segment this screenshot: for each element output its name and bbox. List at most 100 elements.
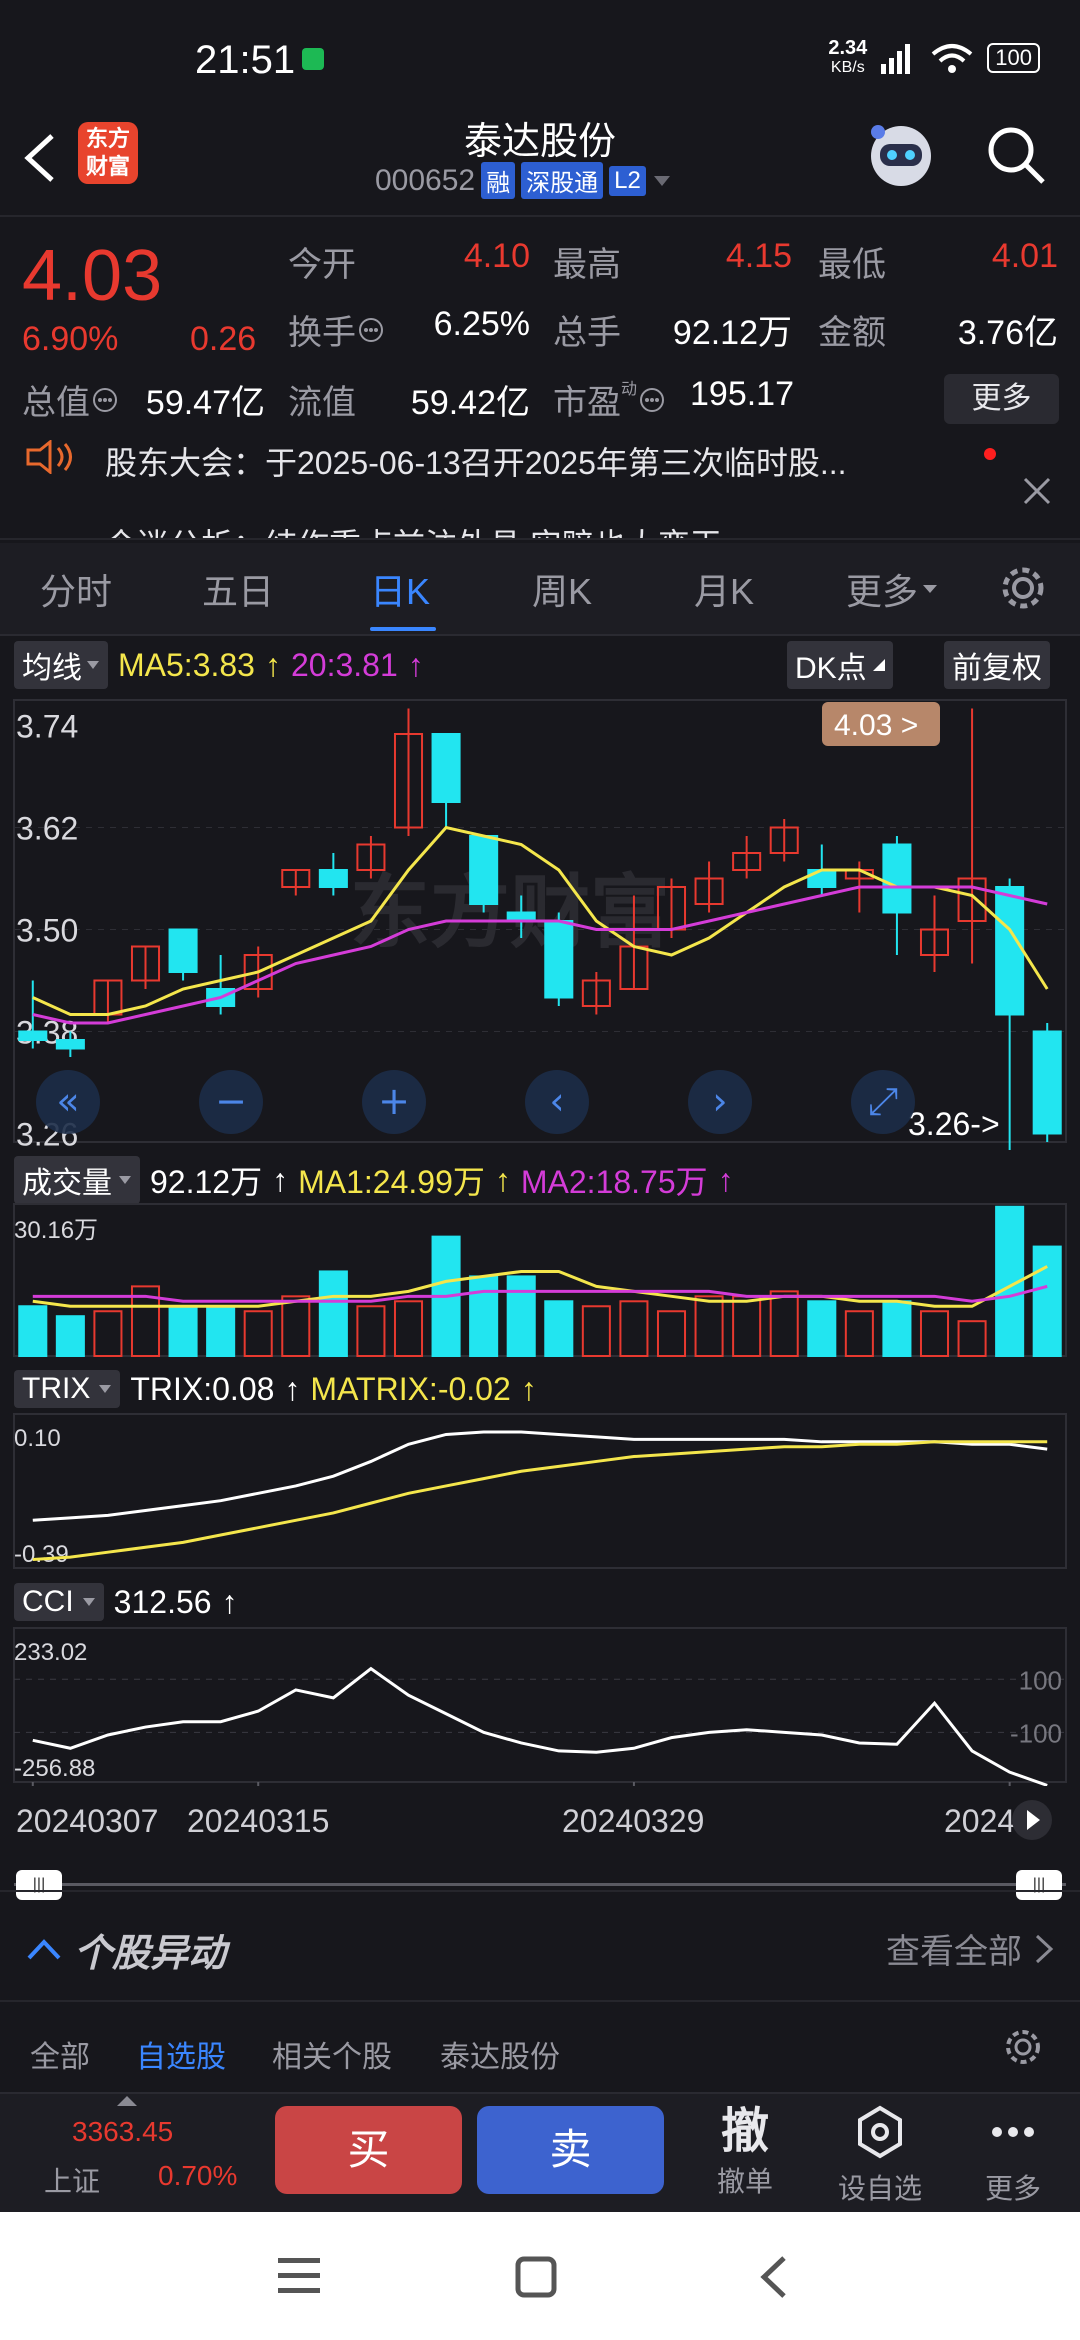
back-icon[interactable]: [758, 2254, 788, 2300]
tab-five-day[interactable]: 五日: [202, 563, 274, 615]
announcement-icon: [26, 440, 72, 474]
tab-more[interactable]: 更多: [846, 563, 938, 615]
cci-reference-label: -100: [1010, 1718, 1062, 1748]
date-label-1: 20240307: [16, 1803, 159, 1839]
pe-label: 市盈: [553, 384, 621, 422]
y-axis-label: 3.50: [16, 913, 78, 949]
view-all-label: 查看全部: [886, 1933, 1022, 1971]
robot-assistant-icon[interactable]: [862, 116, 940, 194]
tab-more-label: 更多: [846, 571, 919, 612]
add-watchlist-button[interactable]: 设自选: [832, 2104, 928, 2207]
news-text-next: 今迷公析：结作重点前注外具 实赔也大变王: [105, 520, 722, 538]
more-tools-label: 更多: [984, 2173, 1041, 2204]
cancel-order-button[interactable]: 撤 撤单: [712, 2104, 778, 2200]
amount-value: 3.76亿: [957, 314, 1058, 352]
filter-stock[interactable]: 泰达股份: [440, 2032, 560, 2076]
pan-left-icon: ‹: [549, 1079, 564, 1123]
ma-selector-label: 均线: [22, 652, 82, 685]
volume-bar-up: [732, 1295, 762, 1358]
cancel-order-label: 撤单: [716, 2166, 773, 2197]
chevron-up-icon[interactable]: [26, 1936, 62, 1960]
candle-down: [318, 869, 348, 888]
amount-label: 金额: [818, 314, 886, 352]
volume-label: 总手: [553, 314, 621, 352]
filter-watchlist[interactable]: 自选股: [136, 2032, 226, 2076]
y-axis-label: 3.62: [16, 811, 78, 847]
up-arrow-icon: ↑: [264, 646, 281, 683]
more-tools-button[interactable]: 更多: [980, 2104, 1046, 2207]
volume-selector[interactable]: 成交量: [14, 1156, 140, 1204]
gear-icon[interactable]: [1002, 2026, 1044, 2068]
candlestick-chart[interactable]: 3.743.623.503.383.26东方财富4.03 >3.26->«−+‹…: [0, 690, 1080, 1150]
volume-chart[interactable]: 30.16万: [0, 1200, 1080, 1360]
up-arrow-icon: ↑: [407, 646, 424, 683]
status-icons: 2.34 KB/s 100: [828, 38, 1040, 78]
cci-reference-label: 100: [1019, 1665, 1062, 1695]
dropdown-icon: [653, 175, 670, 186]
candle-down: [807, 869, 837, 888]
turnover-label-wrap[interactable]: 换手: [288, 305, 384, 354]
tab-weekly-k[interactable]: 周K: [532, 563, 592, 615]
range-track: [14, 1883, 1066, 1886]
more-quote-button[interactable]: 更多: [944, 374, 1059, 424]
date-label-4: 2024: [944, 1803, 1014, 1839]
tab-daily-k[interactable]: 日K: [370, 563, 430, 615]
filter-all[interactable]: 全部: [30, 2032, 90, 2076]
chevron-right-icon: [1035, 1934, 1054, 1963]
volume-bar-up: [393, 1300, 424, 1357]
tab-intraday[interactable]: 分时: [40, 563, 112, 615]
tab-monthly-k[interactable]: 月K: [694, 563, 754, 615]
matrix-line: [32, 1440, 1048, 1562]
gear-icon[interactable]: [998, 563, 1048, 613]
y-axis-label: 3.74: [16, 709, 78, 745]
cci-frame: [13, 1627, 1067, 1783]
volume-bar-up: [769, 1290, 799, 1357]
cci-header: CCI 312.56 ↑: [14, 1583, 238, 1621]
adjust-button[interactable]: 前复权: [944, 641, 1050, 689]
volume-bar-down: [1032, 1245, 1062, 1357]
trix-header: TRIX TRIX:0.08 ↑ MATRIX:-0.02 ↑: [14, 1370, 537, 1408]
home-icon[interactable]: [515, 2256, 557, 2298]
low-label: 最低: [818, 246, 886, 284]
stock-code-row[interactable]: 000652 融 深股通 L2: [375, 162, 672, 199]
close-icon[interactable]: [1022, 476, 1052, 506]
dk-button[interactable]: DK点: [787, 641, 893, 689]
index-value[interactable]: 3363.45: [72, 2116, 173, 2148]
volume-bar-down: [318, 1270, 348, 1357]
pe-label-wrap[interactable]: 市盈 动: [553, 375, 665, 424]
up-arrow-icon: ↑: [284, 1370, 301, 1407]
turnover-value: 6.25%: [433, 305, 530, 343]
battery-level: 100: [995, 45, 1032, 70]
volume-bar-up: [656, 1310, 687, 1357]
cci-selector[interactable]: CCI: [14, 1583, 104, 1621]
trix-y-top: 0.10: [14, 1425, 61, 1452]
expand-icon: ⤢: [868, 1079, 898, 1123]
candle-down: [431, 733, 461, 803]
ma20-value: 20:3.81: [290, 646, 398, 683]
volume-bar-down: [882, 1300, 912, 1357]
mcap-label-wrap[interactable]: 总值: [22, 375, 118, 424]
buy-button[interactable]: 买: [275, 2106, 462, 2194]
volume-bar-up: [281, 1295, 311, 1358]
volume-y-max: 30.16万: [14, 1217, 98, 1244]
filter-related[interactable]: 相关个股: [272, 2032, 392, 2076]
sell-button[interactable]: 卖: [477, 2106, 664, 2194]
date-label-2: 20240315: [187, 1803, 330, 1839]
pe-value: 195.17: [690, 375, 794, 413]
cancel-glyph: 撤: [720, 2105, 769, 2158]
ma-selector[interactable]: 均线: [14, 641, 108, 689]
up-arrow-icon: ↑: [520, 1370, 537, 1407]
menu-icon[interactable]: [278, 2256, 320, 2296]
volume-bar-up: [356, 1305, 386, 1357]
stock-header: 东方 财富 泰达股份 000652 融 深股通 L2: [0, 110, 1080, 210]
float-value: 59.42亿: [410, 384, 530, 422]
play-forward-icon[interactable]: [1010, 1798, 1054, 1842]
trix-chart[interactable]: 0.10 -0.39: [0, 1412, 1080, 1572]
status-time: 21:51: [195, 38, 296, 82]
view-all-link[interactable]: 查看全部: [886, 1924, 1056, 1973]
search-icon[interactable]: [985, 124, 1047, 186]
cci-chart[interactable]: 100 -100 233.02 -256.88: [0, 1626, 1080, 1786]
news-ticker[interactable]: 股东大会：于2025-06-13召开2025年第三次临时股... 今迷公析：结作…: [0, 430, 1080, 540]
trix-y-bottom: -0.39: [14, 1541, 69, 1568]
trix-selector[interactable]: TRIX: [14, 1370, 121, 1408]
